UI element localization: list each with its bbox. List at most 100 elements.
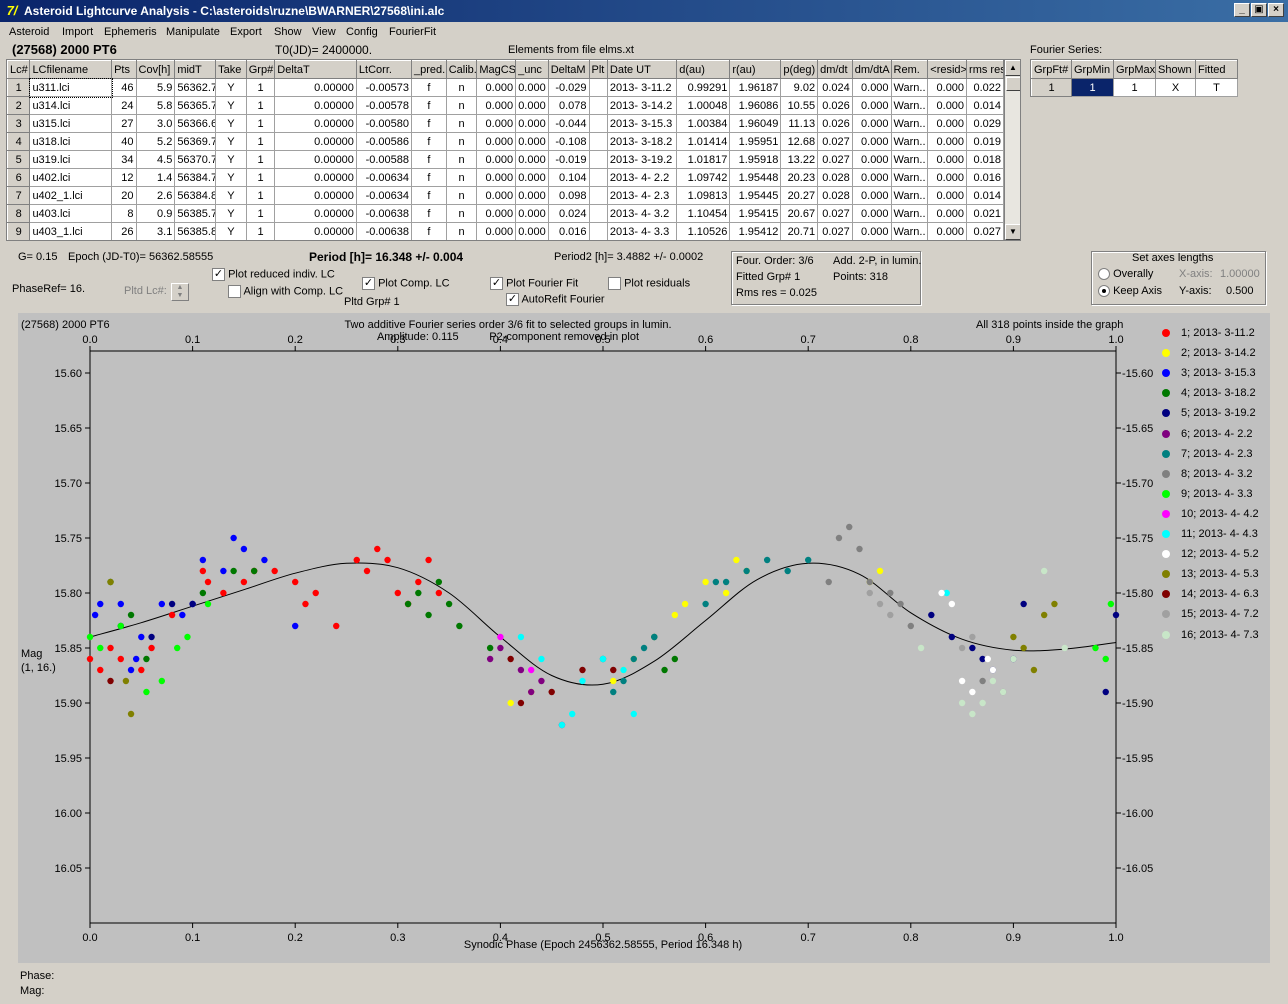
table-cell[interactable]: 0.016 (966, 168, 1004, 187)
table-cell[interactable]: 0.000 (927, 222, 968, 240)
table-cell[interactable]: 0.000 (927, 96, 968, 115)
table-cell[interactable]: 0.000 (851, 96, 892, 115)
table-cell[interactable]: 1.10454 (676, 204, 731, 223)
table-cell[interactable]: 0.018 (966, 150, 1004, 169)
table-cell[interactable]: 12 (111, 168, 137, 187)
fs-cell-grpmin[interactable]: 1 (1071, 78, 1114, 97)
cb-residuals[interactable]: Plot residuals (608, 277, 690, 290)
table-cell[interactable]: 0.00000 (274, 222, 357, 240)
table-cell[interactable]: 0.000 (476, 150, 517, 169)
table-cell[interactable]: n (445, 168, 478, 187)
table-cell[interactable]: -0.019 (547, 150, 590, 169)
table-cell[interactable]: 0.027 (817, 204, 853, 223)
table-cell[interactable]: 0.014 (966, 96, 1004, 115)
col-header[interactable]: Take (215, 60, 247, 79)
table-cell[interactable]: 1 (245, 168, 276, 187)
table-cell[interactable]: 0.000 (476, 222, 517, 240)
table-cell[interactable]: Warn.. (890, 132, 929, 151)
col-header[interactable]: <resid> (927, 60, 968, 79)
menu-import[interactable]: Import (62, 26, 93, 38)
table-cell[interactable]: 0.078 (547, 96, 590, 115)
cb-fourier-box[interactable]: ✓ (490, 277, 503, 290)
table-cell[interactable]: 0.00000 (274, 204, 357, 223)
col-header[interactable]: dm/dtA (851, 60, 892, 79)
table-cell[interactable]: 8 (7, 204, 31, 223)
table-cell[interactable]: Y (215, 168, 247, 187)
table-cell[interactable]: 4.5 (135, 150, 176, 169)
table-cell[interactable]: Warn.. (890, 96, 929, 115)
fs-cell-grpft[interactable]: 1 (1031, 78, 1072, 97)
table-cell[interactable]: 0.014 (966, 186, 1004, 205)
table-cell[interactable]: 24 (111, 96, 137, 115)
table-cell[interactable]: 0.000 (476, 78, 517, 97)
table-cell[interactable]: 0.000 (927, 150, 968, 169)
table-cell[interactable]: 1.95951 (729, 132, 782, 151)
table-cell[interactable]: f (411, 78, 447, 97)
menu-config[interactable]: Config (346, 26, 378, 38)
col-header[interactable]: d(au) (676, 60, 731, 79)
menu-export[interactable]: Export (230, 26, 262, 38)
table-cell[interactable]: 2013- 4- 2.2 (606, 168, 678, 187)
table-cell[interactable] (588, 78, 608, 97)
table-cell[interactable]: 4 (7, 132, 31, 151)
col-header[interactable]: DeltaM (547, 60, 590, 79)
table-cell[interactable]: 1 (245, 222, 276, 240)
table-cell[interactable]: 0.000 (476, 168, 517, 187)
table-row[interactable]: 9 u403_1.lci 26 3.1 56385.8 Y 1 0.00000 -0.00638… (7, 222, 1004, 240)
fs-cell-fitted[interactable]: T (1195, 78, 1238, 97)
table-cell[interactable]: 0.000 (515, 204, 549, 223)
cb-autorefit-box[interactable]: ✓ (506, 293, 519, 306)
table-cell[interactable]: f (411, 114, 447, 133)
table-cell[interactable]: -0.00634 (355, 186, 413, 205)
table-cell[interactable]: 1 (245, 132, 276, 151)
table-cell[interactable]: Y (215, 186, 247, 205)
table-cell[interactable]: u402_1.lci (29, 186, 113, 205)
table-cell[interactable]: -0.00586 (355, 132, 413, 151)
table-cell[interactable]: 5.2 (135, 132, 176, 151)
table-cell[interactable] (588, 150, 608, 169)
table-cell[interactable]: u402.lci (29, 168, 113, 187)
table-cell[interactable]: 0.000 (927, 114, 968, 133)
table-cell[interactable]: 56370.7 (174, 150, 217, 169)
table-cell[interactable]: 56365.7 (174, 96, 217, 115)
col-header[interactable]: rms res (966, 60, 1004, 79)
table-cell[interactable]: 1 (245, 96, 276, 115)
table-cell[interactable]: 0.000 (515, 132, 549, 151)
table-row[interactable]: 2 u314.lci 24 5.8 56365.7 Y 1 0.00000 -0.00578 f n… (7, 96, 1004, 115)
table-row[interactable]: 1 u311.lci 46 5.9 56362.7 Y 1 0.00000 -0.00573 f n… (7, 77, 1004, 98)
table-cell[interactable]: 0.000 (851, 78, 892, 97)
table-cell[interactable]: 56362.7 (174, 78, 217, 97)
table-cell[interactable]: u311.lci (28, 77, 113, 98)
table-cell[interactable]: 26 (111, 222, 137, 240)
col-header[interactable]: r(au) (729, 60, 782, 79)
table-cell[interactable]: 3.1 (135, 222, 176, 240)
table-cell[interactable]: n (445, 186, 478, 205)
table-cell[interactable]: 0.000 (476, 204, 517, 223)
table-cell[interactable]: 0.00000 (274, 114, 357, 133)
table-cell[interactable]: -0.108 (547, 132, 590, 151)
table-cell[interactable]: 56384.7 (174, 168, 217, 187)
table-cell[interactable]: 0.00000 (274, 132, 357, 151)
table-cell[interactable]: f (411, 168, 447, 187)
col-header[interactable]: Date UT (606, 60, 678, 79)
table-cell[interactable]: 0.000 (927, 132, 968, 151)
table-cell[interactable]: 1 (245, 204, 276, 223)
table-row[interactable]: 3 u315.lci 27 3.0 56366.6 Y 1 0.00000 -0.00580 f n… (7, 114, 1004, 133)
table-cell[interactable]: 3.0 (135, 114, 176, 133)
table-cell[interactable]: 0.99291 (676, 78, 731, 97)
table-cell[interactable]: 10.55 (780, 96, 819, 115)
table-cell[interactable]: Warn.. (890, 186, 929, 205)
col-header[interactable]: Calib. (445, 60, 478, 79)
table-cell[interactable]: 0.000 (515, 78, 549, 97)
table-cell[interactable]: 0.024 (817, 78, 853, 97)
table-cell[interactable]: 1.96187 (729, 78, 782, 97)
table-cell[interactable]: 1.09813 (676, 186, 731, 205)
lightcurve-chart[interactable]: 0.0 0.0 0.1 0.1 0.2 0.2 0.3 0.3 0.4 0.4 0.5 0.5 0.6 0… (18, 313, 1270, 963)
table-cell[interactable]: 0.000 (476, 114, 517, 133)
radio-keep-axis[interactable]: Keep Axis (1098, 285, 1162, 298)
table-cell[interactable]: f (411, 204, 447, 223)
table-cell[interactable]: 0.029 (966, 114, 1004, 133)
table-cell[interactable]: -0.029 (547, 78, 590, 97)
table-cell[interactable]: 8 (111, 204, 137, 223)
table-cell[interactable]: f (411, 186, 447, 205)
